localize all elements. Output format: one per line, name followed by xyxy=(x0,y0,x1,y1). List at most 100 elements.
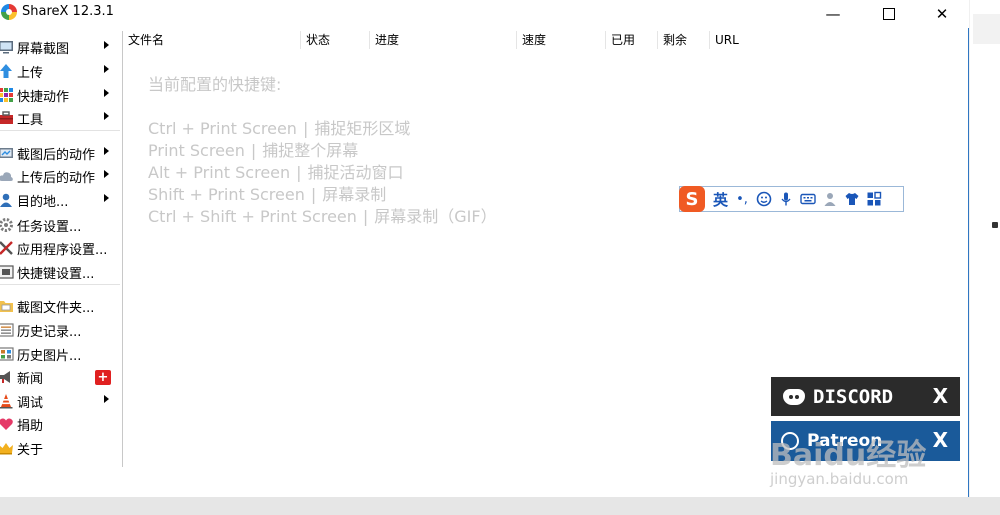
column-header-progress[interactable]: 进度 xyxy=(369,31,399,49)
history-list-icon xyxy=(0,322,14,338)
hotkey-hint: Ctrl + Print Screen | 捕捉矩形区域 xyxy=(148,115,410,139)
image-history-icon xyxy=(0,346,14,362)
news-badge: + xyxy=(95,370,111,385)
watermark-url: jingyan.baidu.com xyxy=(770,470,909,488)
menu-item-16[interactable]: 关于 xyxy=(0,436,122,460)
folder-icon xyxy=(0,298,14,314)
keyboard-icon xyxy=(0,264,14,280)
hotkey-separator: | xyxy=(302,119,309,138)
column-header-elapsed[interactable]: 已用 xyxy=(605,31,635,49)
sogou-logo-icon[interactable]: S xyxy=(679,186,705,212)
menu-item-2[interactable]: 快捷动作 xyxy=(0,83,122,107)
discord-logo-icon xyxy=(783,388,805,405)
menu-item-label: 目的地... xyxy=(17,194,69,210)
menu-item-label: 工具 xyxy=(17,112,44,128)
menu-item-label: 上传 xyxy=(17,65,44,81)
after-capture-icon xyxy=(0,145,14,161)
menu-item-label: 任务设置... xyxy=(17,219,82,235)
submenu-arrow-icon xyxy=(104,112,109,120)
watermark-brand: Baidu经验 xyxy=(770,438,927,473)
hotkey-keys: Ctrl + Shift + Print Screen xyxy=(148,207,357,226)
hotkey-keys: Shift + Print Screen xyxy=(148,185,305,204)
menu-item-5[interactable]: 上传后的动作 xyxy=(0,164,122,188)
hotkey-action: 捕捉矩形区域 xyxy=(314,119,411,138)
submenu-arrow-icon xyxy=(104,89,109,97)
emoji-icon[interactable] xyxy=(756,191,772,207)
sharex-window: ShareX 12.3.1 — ✕ 屏幕截图上传快捷动作工具截图后的动作上传后的… xyxy=(0,0,969,497)
cloud-icon xyxy=(0,168,14,184)
microphone-icon[interactable] xyxy=(778,191,794,207)
ime-language-toggle[interactable]: 英 xyxy=(713,189,728,210)
menu-item-label: 历史记录... xyxy=(17,324,82,340)
background-mark xyxy=(992,222,998,228)
hotkey-separator: | xyxy=(250,141,257,160)
upload-arrow-icon xyxy=(0,63,14,79)
monitor-capture-icon xyxy=(0,39,14,55)
hotkey-hint: Alt + Print Screen | 捕捉活动窗口 xyxy=(148,159,404,183)
menu-separator xyxy=(0,284,120,285)
megaphone-icon xyxy=(0,369,14,385)
hotkey-separator: | xyxy=(296,163,302,182)
discord-banner[interactable]: DISCORD X xyxy=(771,377,960,416)
column-header-remaining[interactable]: 剩余 xyxy=(657,31,687,49)
menu-item-4[interactable]: 截图后的动作 xyxy=(0,141,122,165)
menu-item-label: 新闻 xyxy=(17,371,44,387)
maximize-button[interactable] xyxy=(866,0,912,28)
submenu-arrow-icon xyxy=(104,41,109,49)
title-bar: ShareX 12.3.1 — ✕ xyxy=(0,0,969,28)
hotkey-separator: | xyxy=(362,207,369,226)
submenu-arrow-icon xyxy=(104,147,109,155)
main-menu-sidebar: 屏幕截图上传快捷动作工具截图后的动作上传后的动作 目的地... 任务设置... 应用程… xyxy=(0,31,123,467)
baidu-watermark: Baidu经验 jingyan.baidu.com xyxy=(770,430,980,500)
menu-item-label: 快捷键设置... xyxy=(17,266,95,282)
menu-item-label: 快捷动作 xyxy=(17,89,70,105)
menu-item-label: 历史图片... xyxy=(17,348,82,364)
menu-item-3[interactable]: 工具 xyxy=(0,106,122,130)
hotkey-action: 捕捉整个屏幕 xyxy=(262,141,359,160)
shirt-icon[interactable] xyxy=(844,191,860,207)
discord-close-button[interactable]: X xyxy=(933,384,948,408)
menu-item-9[interactable]: 快捷键设置... xyxy=(0,260,122,284)
column-header-speed[interactable]: 速度 xyxy=(516,31,546,49)
gear-icon xyxy=(0,217,14,233)
background-panel xyxy=(973,14,1000,44)
menu-item-8[interactable]: 应用程序设置... xyxy=(0,236,122,260)
traffic-cone-icon xyxy=(0,393,14,409)
minimize-button[interactable]: — xyxy=(810,0,856,28)
column-header-url[interactable]: URL xyxy=(709,31,739,49)
hotkey-keys: Print Screen xyxy=(148,141,245,160)
column-header-status[interactable]: 状态 xyxy=(300,31,330,49)
close-button[interactable]: ✕ xyxy=(919,0,965,28)
submenu-arrow-icon xyxy=(104,194,109,202)
user-skin-icon[interactable] xyxy=(822,191,838,207)
menu-item-10[interactable]: 截图文件夹... xyxy=(0,294,122,318)
hotkey-keys: Alt + Print Screen xyxy=(148,163,291,182)
submenu-arrow-icon xyxy=(104,395,109,403)
menu-item-label: 关于 xyxy=(17,442,44,458)
menu-item-11[interactable]: 历史记录... xyxy=(0,318,122,342)
hotkey-hint: Shift + Print Screen | 屏幕录制 xyxy=(148,181,386,205)
hotkey-hint: Print Screen | 捕捉整个屏幕 xyxy=(148,137,358,161)
menu-item-12[interactable]: 历史图片... xyxy=(0,342,122,366)
maximize-icon xyxy=(883,8,895,20)
column-header-filename[interactable]: 文件名 xyxy=(123,31,164,49)
ime-toolbar[interactable]: S 英 •, xyxy=(679,186,904,212)
menu-item-15[interactable]: 捐助 xyxy=(0,412,122,436)
menu-item-label: 上传后的动作 xyxy=(17,170,96,186)
menu-item-7[interactable]: 任务设置... xyxy=(0,213,122,237)
tools-cross-icon xyxy=(0,240,14,256)
menu-item-14[interactable]: 调试 xyxy=(0,389,122,413)
hotkeys-title: 当前配置的快捷键: xyxy=(148,75,282,94)
submenu-arrow-icon xyxy=(104,170,109,178)
menu-item-13[interactable]: 新闻 + xyxy=(0,365,122,389)
menu-item-0[interactable]: 屏幕截图 xyxy=(0,35,122,59)
menu-item-1[interactable]: 上传 xyxy=(0,59,122,83)
heart-icon xyxy=(0,416,14,432)
menu-item-label: 捐助 xyxy=(17,418,44,434)
keyboard-icon[interactable] xyxy=(800,191,816,207)
punctuation-icon[interactable]: •, xyxy=(734,191,750,207)
menu-item-6[interactable]: 目的地... xyxy=(0,188,122,212)
sharex-logo-icon xyxy=(1,4,17,20)
toolbox-grid-icon[interactable] xyxy=(866,191,882,207)
menu-item-label: 屏幕截图 xyxy=(17,41,70,57)
